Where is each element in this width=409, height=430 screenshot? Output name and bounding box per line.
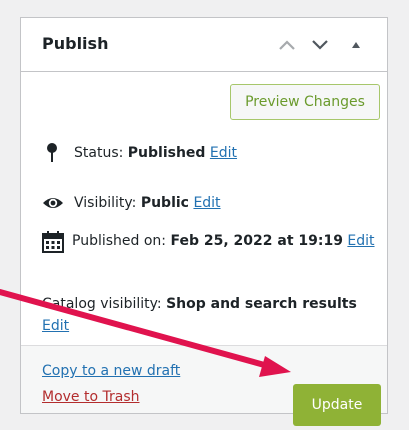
calendar-icon xyxy=(42,231,64,253)
catalog-visibility-row: Catalog visibility: Shop and search resu… xyxy=(42,293,382,337)
panel-title: Publish xyxy=(42,34,109,53)
visibility-label: Visibility: xyxy=(74,195,137,211)
toggle-panel-button[interactable] xyxy=(343,32,369,58)
chevron-down-icon xyxy=(312,40,328,50)
visibility-row: Visibility: Public Edit xyxy=(42,193,372,215)
visibility-edit-link[interactable]: Edit xyxy=(193,195,220,211)
move-up-button[interactable] xyxy=(274,32,300,58)
pin-icon xyxy=(47,143,57,162)
publish-panel: Publish Preview Changes Status: Publishe… xyxy=(20,17,388,426)
status-edit-link[interactable]: Edit xyxy=(210,145,237,161)
published-on-row: Published on: Feb 25, 2022 at 19:19 Edit xyxy=(42,231,382,255)
visibility-value: Public xyxy=(140,195,189,211)
eye-icon xyxy=(43,198,63,208)
published-on-value: Feb 25, 2022 at 19:19 xyxy=(170,233,343,249)
copy-to-draft-link[interactable]: Copy to a new draft xyxy=(42,363,180,379)
published-on-label: Published on: xyxy=(72,233,167,249)
move-down-button[interactable] xyxy=(307,32,333,58)
status-row: Status: Published Edit xyxy=(42,143,372,165)
triangle-up-icon xyxy=(352,42,360,48)
catalog-visibility-edit-link[interactable]: Edit xyxy=(42,318,69,334)
status-value: Published xyxy=(127,145,206,161)
published-on-edit-link[interactable]: Edit xyxy=(347,233,374,249)
move-to-trash-link[interactable]: Move to Trash xyxy=(42,389,140,405)
chevron-up-icon xyxy=(279,40,295,50)
catalog-visibility-value: Shop and search results xyxy=(166,296,357,312)
status-label: Status: xyxy=(74,145,124,161)
panel-header: Publish xyxy=(21,18,387,72)
panel-footer: Copy to a new draft Move to Trash Update xyxy=(21,345,387,426)
catalog-visibility-label: Catalog visibility: xyxy=(42,296,162,312)
update-button[interactable]: Update xyxy=(293,384,381,426)
preview-changes-button[interactable]: Preview Changes xyxy=(230,84,380,120)
